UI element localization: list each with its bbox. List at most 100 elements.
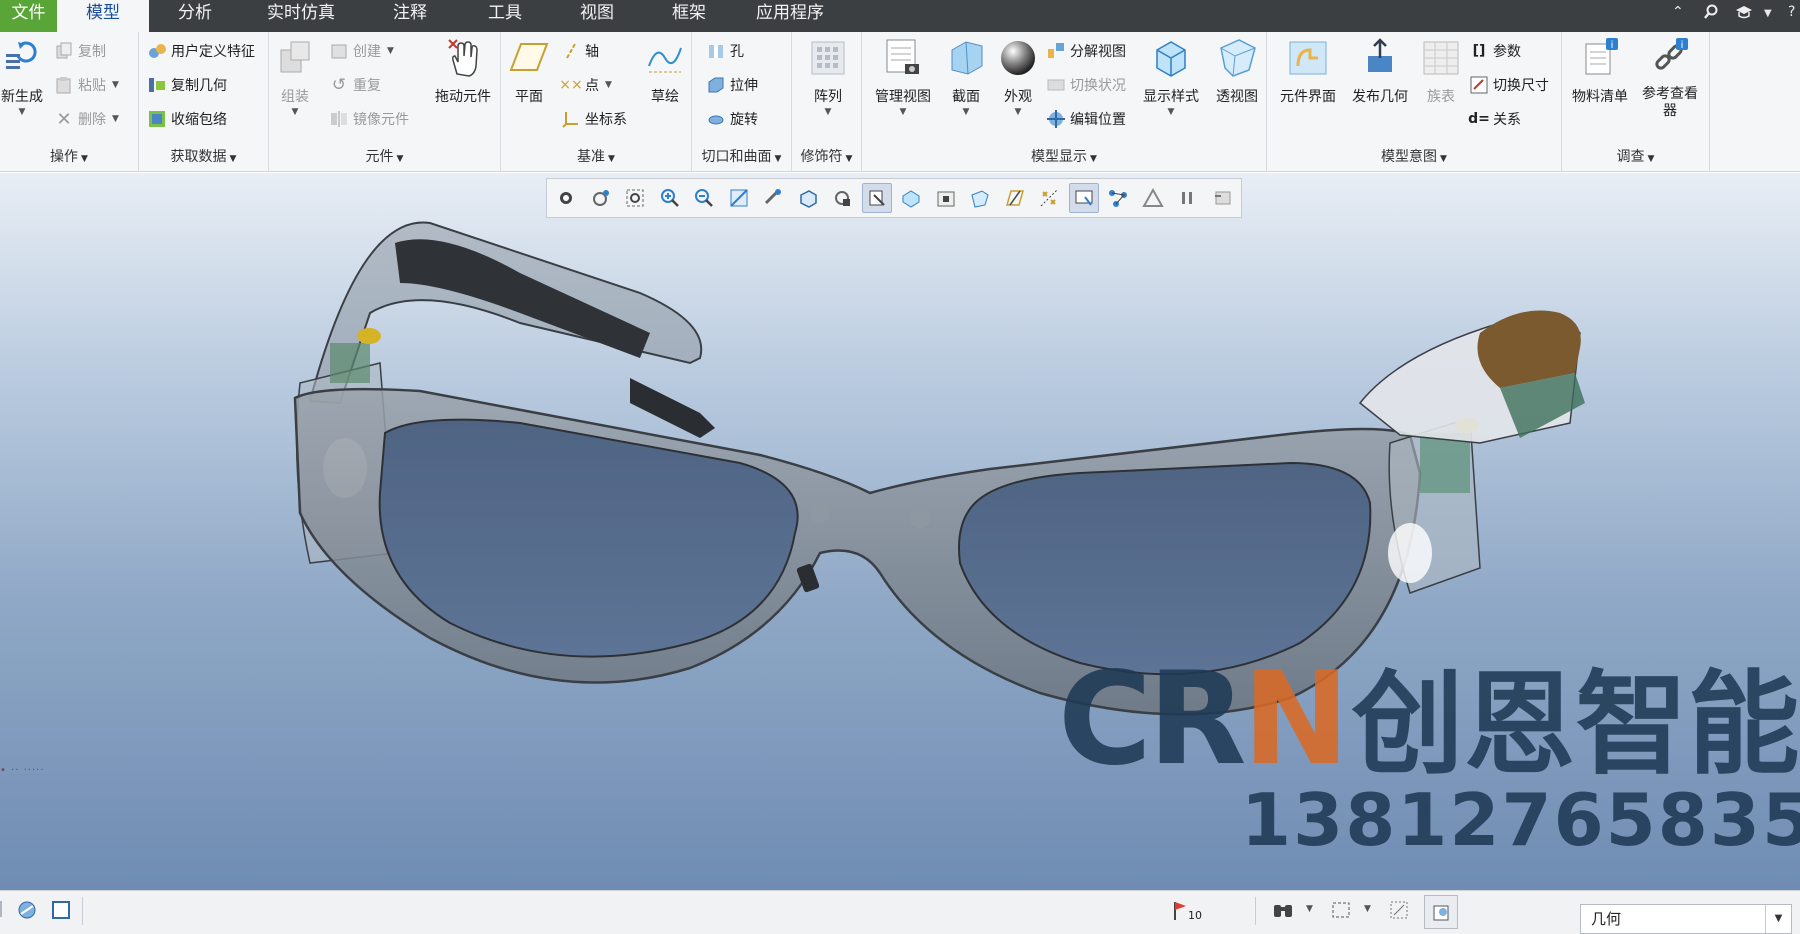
tab-file[interactable]: 文件 <box>0 0 57 32</box>
explode-view-button[interactable]: 分解视图 <box>1046 39 1126 63</box>
help-icon[interactable]: ? <box>1788 4 1795 20</box>
bom-button[interactable]: i 物料清单 <box>1568 36 1632 106</box>
chevron-down-icon[interactable]: ▼ <box>1764 8 1772 19</box>
perspective-button[interactable]: 透视图 <box>1210 36 1264 106</box>
smart-select-icon[interactable] <box>1388 899 1410 921</box>
spin-center-icon[interactable] <box>758 183 788 213</box>
message-flag-icon[interactable]: 10 <box>1172 899 1202 922</box>
delete-button[interactable]: ✕ 删除 ▼ <box>54 107 118 131</box>
spin-orientation-icon[interactable] <box>1207 183 1237 213</box>
point-button[interactable]: ×× 点 ▼ <box>559 73 612 97</box>
copy-button[interactable]: 复制 <box>54 39 106 63</box>
chevron-down-icon[interactable]: ▼ <box>1765 905 1791 933</box>
tab-simulation[interactable]: 实时仿真 <box>241 0 361 32</box>
tab-tools[interactable]: 工具 <box>459 0 551 32</box>
group-label[interactable]: 模型意图 ▼ <box>1267 146 1561 166</box>
tab-annotate[interactable]: 注释 <box>361 0 459 32</box>
browser-toggle-icon[interactable] <box>16 899 38 921</box>
annotation-display-icon[interactable] <box>1138 183 1168 213</box>
tab-analysis[interactable]: 分析 <box>149 0 241 32</box>
plane-button[interactable]: 平面 <box>505 36 553 106</box>
parameters-button[interactable]: [] 参数 <box>1469 39 1521 63</box>
pattern-button[interactable]: 阵列 ▼ <box>804 36 852 117</box>
pause-icon[interactable] <box>1172 183 1202 213</box>
extrude-button[interactable]: 拉伸 <box>706 73 758 97</box>
family-table-button[interactable]: 族表 <box>1417 36 1465 106</box>
learning-icon[interactable] <box>1735 4 1753 24</box>
assemble-button[interactable]: 组装 ▼ <box>273 36 317 117</box>
layer-state-icon[interactable] <box>1424 895 1458 929</box>
csys-button[interactable]: 坐标系 <box>561 107 627 131</box>
perspective-toolbar-icon[interactable] <box>965 183 995 213</box>
perspective-label: 透视图 <box>1216 89 1258 105</box>
appearance-button[interactable]: 外观 ▼ <box>994 36 1042 117</box>
display-style-toolbar-icon[interactable] <box>896 183 926 213</box>
graphics-viewport[interactable]: • ·· ····· CRN创恩智能 13812765835 <box>0 173 1800 890</box>
tab-framework[interactable]: 框架 <box>643 0 735 32</box>
group-label[interactable]: 基准 ▼ <box>501 146 691 166</box>
zoom-in-icon[interactable] <box>655 183 685 213</box>
switch-dimensions-button[interactable]: 切换尺寸 <box>1469 73 1549 97</box>
selection-box-icon[interactable] <box>1330 899 1352 921</box>
tab-applications[interactable]: 应用程序 <box>735 0 845 32</box>
find-binoculars-icon[interactable] <box>1272 899 1294 921</box>
navigator-toggle-icon[interactable] <box>0 899 8 919</box>
selection-filter-dropdown[interactable]: 几何 ▼ <box>1580 904 1792 934</box>
parameters-label: 参数 <box>1493 44 1521 60</box>
selection-display-icon[interactable] <box>1068 183 1099 213</box>
revolve-button[interactable]: 旋转 <box>706 107 758 131</box>
shrinkwrap-icon <box>147 109 167 129</box>
mirror-component-button[interactable]: 镜像元件 <box>329 107 409 131</box>
reference-viewer-button[interactable]: i 参考查看器 <box>1634 36 1706 120</box>
copy-geometry-button[interactable]: 复制几何 <box>147 73 227 97</box>
group-label[interactable]: 切口和曲面 ▼ <box>692 146 791 166</box>
shrinkwrap-button[interactable]: 收缩包络 <box>147 107 227 131</box>
relations-button[interactable]: d= 关系 <box>1468 107 1521 131</box>
regenerate-button[interactable]: 新生成 ▼ <box>0 36 48 117</box>
edit-position-button[interactable]: 编辑位置 <box>1046 107 1126 131</box>
udf-label: 用户定义特征 <box>171 44 255 60</box>
chevron-down-icon[interactable]: ▼ <box>1364 904 1371 914</box>
bom-icon: i <box>1580 36 1620 80</box>
group-label[interactable]: 模型显示 ▼ <box>862 146 1266 166</box>
plane-display-icon[interactable] <box>1000 183 1030 213</box>
tab-model[interactable]: 模型 <box>57 0 149 32</box>
axis-button[interactable]: 轴 <box>561 39 599 63</box>
tab-view[interactable]: 视图 <box>551 0 643 32</box>
paste-button[interactable]: 粘贴 ▼ <box>54 73 119 97</box>
collapse-ribbon-icon[interactable]: ⌃ <box>1672 4 1684 20</box>
group-label[interactable]: 操作 ▼ <box>0 146 138 166</box>
create-component-button[interactable]: 创建 ▼ <box>329 39 394 63</box>
group-label[interactable]: 修饰符 ▼ <box>792 146 861 166</box>
named-view-icon[interactable] <box>586 183 616 213</box>
refit-icon[interactable] <box>551 183 581 213</box>
connectivity-icon[interactable] <box>1103 183 1133 213</box>
view-manager-icon[interactable] <box>827 183 857 213</box>
publish-geometry-button[interactable]: 发布几何 <box>1347 36 1413 106</box>
chevron-down-icon[interactable]: ▼ <box>1306 904 1313 914</box>
appearance-toggle-icon[interactable] <box>861 183 892 213</box>
zoom-out-icon[interactable] <box>689 183 719 213</box>
drag-component-button[interactable]: 拖动元件 <box>429 36 497 106</box>
datum-display-icon[interactable] <box>1034 183 1064 213</box>
component-interface-button[interactable]: 元件界面 <box>1275 36 1341 106</box>
zoom-window-icon[interactable] <box>620 183 650 213</box>
toggle-status-button[interactable]: 切换状况 <box>1046 73 1126 97</box>
saved-orientations-icon[interactable] <box>793 183 823 213</box>
point-icon: ×× <box>559 77 583 93</box>
group-label[interactable]: 元件 ▼ <box>269 146 500 166</box>
search-icon[interactable] <box>1703 4 1719 24</box>
repeat-button[interactable]: ↺ 重复 <box>329 73 381 97</box>
udf-button[interactable]: 用户定义特征 <box>147 39 255 63</box>
manage-views-button[interactable]: 管理视图 ▼ <box>870 36 936 117</box>
section-toolbar-icon[interactable] <box>931 183 961 213</box>
hole-button[interactable]: 孔 <box>706 39 744 63</box>
display-style-button[interactable]: 显示样式 ▼ <box>1138 36 1204 117</box>
sketch-button[interactable]: 草绘 <box>641 36 689 106</box>
paste-label: 粘贴 <box>78 78 106 94</box>
section-button[interactable]: 截面 ▼ <box>942 36 990 117</box>
group-label[interactable]: 获取数据 ▼ <box>139 146 268 166</box>
fullscreen-icon[interactable] <box>50 899 72 921</box>
group-label[interactable]: 调查 ▼ <box>1562 146 1709 166</box>
repaint-icon[interactable] <box>724 183 754 213</box>
